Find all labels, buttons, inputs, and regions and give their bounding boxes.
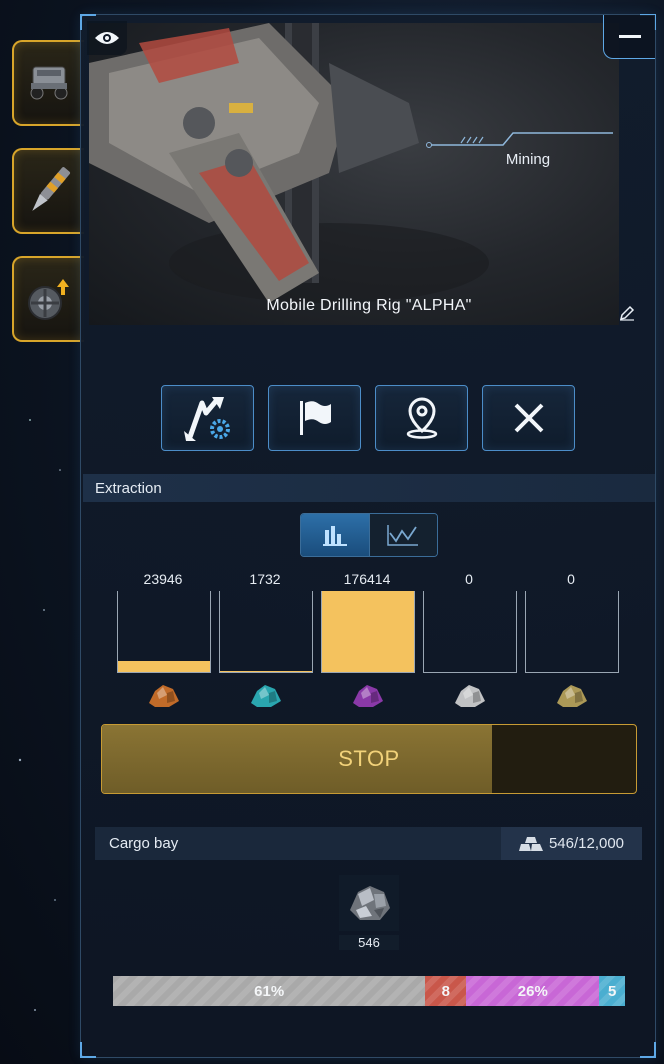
cargo-segment: 61% bbox=[113, 976, 426, 1006]
side-tab-drill[interactable] bbox=[12, 148, 84, 234]
close-icon bbox=[514, 403, 543, 433]
chart-view-toggle bbox=[300, 513, 438, 557]
resource-amount: 0 bbox=[465, 571, 473, 587]
white-ore-icon bbox=[455, 685, 485, 707]
rover-icon bbox=[30, 66, 68, 100]
location-pin-icon bbox=[406, 397, 437, 439]
unit-name: Mobile Drilling Rig "ALPHA" bbox=[266, 297, 472, 314]
cargo-segment: 5 bbox=[599, 976, 625, 1006]
resource-amount: 23946 bbox=[143, 571, 183, 587]
cargo-item[interactable]: 546 bbox=[339, 875, 399, 950]
resource-bar-frame bbox=[423, 591, 517, 673]
unit-panel: Mining Mobile Drilling Rig "ALPHA" Extra… bbox=[80, 14, 656, 1058]
resource-column: 0 bbox=[523, 571, 619, 707]
resource-bar-frame bbox=[321, 591, 415, 673]
side-tab-rover[interactable] bbox=[12, 40, 84, 126]
panel-corner bbox=[640, 1042, 656, 1058]
resource-bar-frame bbox=[117, 591, 211, 673]
extraction-header: Extraction bbox=[83, 474, 655, 502]
cargo-capacity: 546/12,000 bbox=[501, 827, 642, 860]
side-tab-wheel-upgrade[interactable] bbox=[12, 256, 84, 342]
close-button[interactable] bbox=[482, 385, 575, 451]
resource-bar bbox=[220, 671, 312, 672]
orange-ore-icon bbox=[149, 685, 179, 707]
minimize-button[interactable] bbox=[603, 15, 655, 59]
resource-amount: 176414 bbox=[343, 571, 391, 587]
bar-view-button[interactable] bbox=[301, 514, 369, 556]
metal-ore-icon bbox=[350, 886, 390, 920]
transfer-settings-button[interactable] bbox=[161, 385, 254, 451]
resource-bar-frame bbox=[525, 591, 619, 673]
cargo-capacity-value: 546/12,000 bbox=[548, 835, 625, 852]
resource-bar bbox=[118, 660, 210, 672]
bar-chart-icon bbox=[322, 526, 347, 546]
cargo-segment: 26% bbox=[466, 976, 600, 1006]
ingots-icon bbox=[518, 836, 543, 851]
resource-column: 23946 bbox=[115, 571, 211, 707]
minimize-icon bbox=[618, 35, 641, 38]
drill-icon bbox=[32, 167, 71, 211]
resource-bar-frame bbox=[219, 591, 313, 673]
cargo-header: Cargo bay 546/12,000 bbox=[95, 827, 642, 860]
cargo-item-image bbox=[339, 875, 399, 931]
cargo-item-count: 546 bbox=[339, 935, 399, 950]
unit-status: Mining bbox=[505, 151, 551, 168]
eye-icon bbox=[95, 32, 119, 44]
visibility-toggle-button[interactable] bbox=[87, 21, 127, 55]
resource-column: 0 bbox=[421, 571, 517, 707]
flag-icon bbox=[299, 401, 331, 435]
transfer-settings-icon bbox=[183, 397, 230, 441]
resource-amount: 1732 bbox=[249, 571, 281, 587]
resource-column: 176414 bbox=[319, 571, 415, 707]
action-bar bbox=[161, 385, 575, 451]
stop-label: STOP bbox=[338, 746, 400, 771]
cargo-title: Cargo bay bbox=[109, 835, 179, 852]
line-chart-icon bbox=[387, 525, 419, 546]
cargo-segment: 8 bbox=[425, 976, 467, 1006]
resource-amount: 0 bbox=[567, 571, 575, 587]
cargo-distribution-bar: 61% 8 26% 5 bbox=[113, 976, 625, 1006]
rename-button[interactable] bbox=[619, 305, 635, 326]
stop-button[interactable]: STOP bbox=[101, 724, 637, 794]
mixed-crystal-icon bbox=[557, 685, 587, 707]
drilling-rig-illustration bbox=[89, 23, 489, 303]
line-view-button[interactable] bbox=[368, 514, 437, 556]
cyan-crystal-icon bbox=[251, 685, 281, 707]
extraction-title: Extraction bbox=[95, 479, 162, 497]
resource-bar bbox=[322, 591, 414, 672]
unit-portrait bbox=[89, 23, 619, 325]
panel-corner bbox=[80, 1042, 96, 1058]
locate-button[interactable] bbox=[375, 385, 468, 451]
extraction-bar-chart: 23946 1732 176414 0 0 bbox=[115, 571, 625, 711]
pencil-icon bbox=[619, 305, 635, 321]
resource-column: 1732 bbox=[217, 571, 313, 707]
flag-button[interactable] bbox=[268, 385, 361, 451]
purple-ore-icon bbox=[353, 685, 383, 707]
wheel-upgrade-icon bbox=[28, 279, 69, 320]
